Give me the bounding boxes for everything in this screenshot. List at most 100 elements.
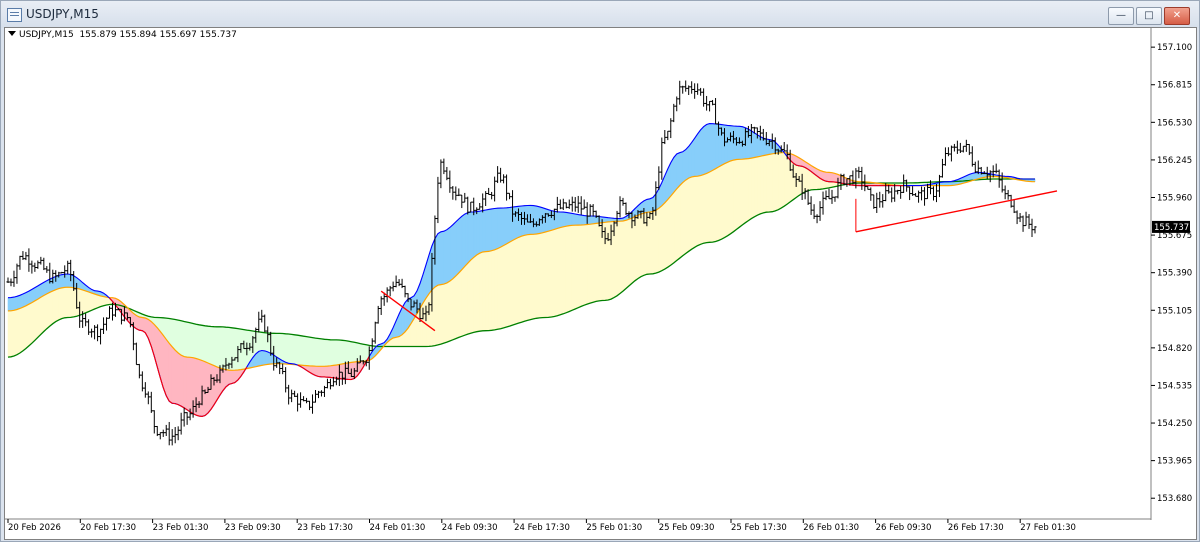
long-cloud-segment — [482, 251, 486, 332]
fast-cloud-segment — [264, 350, 269, 366]
y-tick-label: 154.820 — [1157, 344, 1192, 354]
long-cloud-segment — [25, 303, 30, 350]
fast-cloud-segment — [562, 211, 567, 228]
long-cloud-segment — [592, 223, 597, 303]
long-cloud-segment — [10, 309, 15, 358]
fast-cloud-segment — [43, 280, 48, 297]
fast-cloud-segment — [318, 365, 322, 378]
y-tick-label: 156.815 — [1157, 81, 1192, 91]
fast-cloud-segment — [177, 352, 182, 407]
fast-cloud-segment — [261, 350, 266, 366]
fast-cloud-segment — [685, 145, 689, 181]
long-cloud-segment — [515, 236, 519, 325]
long-cloud-segment — [661, 202, 666, 272]
long-cloud-segment — [67, 286, 71, 318]
long-cloud-segment — [518, 235, 522, 324]
long-cloud-segment — [300, 335, 304, 366]
long-cloud-segment — [315, 337, 319, 367]
price-chart: 157.100156.815156.530156.245155.960155.6… — [5, 28, 1192, 533]
fast-cloud-segment — [186, 356, 191, 413]
long-cloud-segment — [309, 336, 313, 367]
fast-cloud-segment — [694, 132, 698, 177]
long-cloud-segment — [13, 309, 18, 357]
fast-cloud-segment — [825, 171, 830, 183]
long-cloud-segment — [312, 337, 316, 367]
long-cloud-segment — [177, 319, 182, 356]
long-cloud-segment — [551, 228, 555, 318]
y-tick-label: 154.535 — [1157, 381, 1192, 391]
fast-cloud-segment — [485, 209, 489, 252]
fast-cloud-segment — [700, 125, 704, 176]
fast-cloud-segment — [565, 212, 570, 227]
x-tick-label: 24 Feb 09:30 — [442, 523, 498, 533]
long-cloud-segment — [706, 171, 710, 243]
long-cloud-segment — [574, 224, 579, 310]
long-cloud-segment — [655, 207, 660, 274]
fast-cloud-segment — [174, 349, 179, 406]
long-cloud-segment — [488, 250, 492, 331]
long-cloud-segment — [694, 175, 698, 248]
fast-cloud-segment — [324, 365, 328, 378]
fast-cloud-segment — [446, 226, 451, 284]
long-cloud-segment — [479, 251, 483, 332]
long-cloud-segment — [664, 198, 669, 270]
long-cloud-segment — [548, 229, 552, 318]
fast-cloud-segment — [258, 350, 263, 367]
fast-cloud-segment — [580, 214, 585, 226]
fast-cloud-segment — [22, 292, 27, 308]
long-cloud-segment — [658, 205, 663, 273]
fast-cloud-segment — [461, 213, 466, 271]
fast-cloud-segment — [679, 151, 684, 187]
long-cloud-segment — [757, 155, 761, 216]
fast-cloud-segment — [34, 285, 39, 302]
fast-cloud-segment — [16, 294, 21, 310]
fast-cloud-segment — [491, 208, 495, 252]
fast-cloud-segment — [333, 364, 337, 379]
long-cloud-segment — [434, 284, 439, 346]
y-tick-label: 156.530 — [1157, 118, 1192, 128]
fast-cloud-segment — [10, 296, 15, 312]
fast-cloud-segment — [327, 365, 331, 378]
fast-cloud-segment — [691, 137, 695, 178]
fast-cloud-segment — [458, 215, 463, 274]
y-tick-label: 157.100 — [1157, 43, 1192, 53]
long-cloud-segment — [500, 245, 504, 330]
long-cloud-segment — [195, 323, 200, 360]
fast-cloud-segment — [180, 354, 185, 409]
long-cloud-segment — [61, 287, 66, 320]
long-cloud-segment — [82, 289, 86, 315]
long-cloud-segment — [362, 343, 367, 362]
long-cloud-segment — [321, 338, 325, 367]
long-cloud-segment — [649, 211, 654, 275]
long-cloud-segment — [91, 292, 95, 311]
fast-cloud-segment — [231, 369, 236, 384]
fast-cloud-segment — [709, 123, 713, 173]
long-cloud-segment — [219, 326, 224, 370]
fast-cloud-segment — [574, 213, 579, 226]
long-cloud-segment — [40, 295, 45, 336]
fast-cloud-segment — [443, 229, 448, 285]
long-cloud-segment — [503, 243, 507, 329]
long-cloud-segment — [530, 234, 534, 320]
long-cloud-segment — [318, 338, 322, 367]
long-cloud-segment — [676, 184, 681, 262]
long-cloud-segment — [464, 262, 469, 336]
long-cloud-segment — [780, 152, 785, 209]
long-cloud-segment — [201, 324, 206, 363]
fast-cloud-segment — [473, 211, 478, 258]
long-cloud-segment — [168, 318, 173, 348]
long-cloud-segment — [458, 268, 463, 338]
fast-cloud-segment — [500, 207, 504, 248]
long-cloud-segment — [294, 334, 298, 366]
fast-cloud-segment — [494, 207, 498, 251]
long-cloud-segment — [727, 160, 731, 237]
long-cloud-segment — [52, 289, 57, 325]
long-cloud-segment — [288, 333, 292, 365]
long-cloud-segment — [7, 310, 12, 358]
fast-cloud-segment — [25, 290, 30, 307]
long-cloud-segment — [297, 334, 301, 366]
long-cloud-segment — [715, 166, 719, 242]
x-tick-label: 24 Feb 17:30 — [514, 523, 570, 533]
long-cloud-segment — [171, 318, 176, 351]
fast-cloud-segment — [479, 210, 483, 254]
